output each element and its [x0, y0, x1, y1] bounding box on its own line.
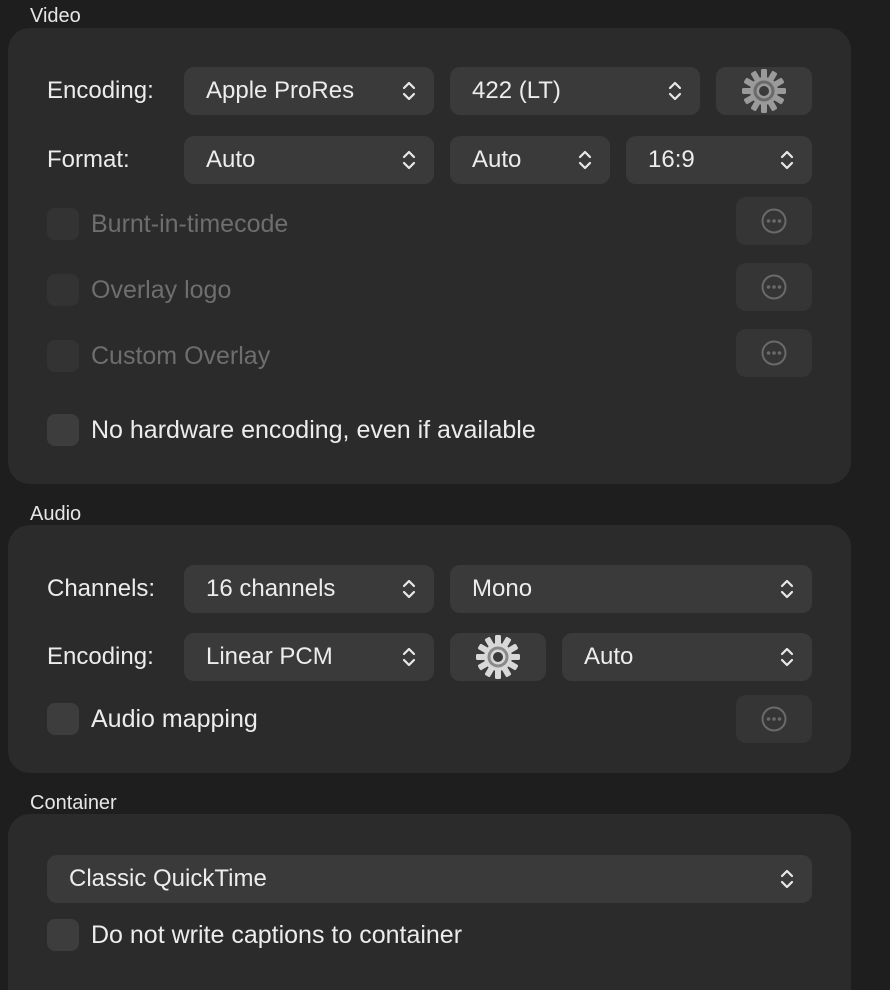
- video-aspect-value: 16:9: [648, 146, 695, 173]
- ellipsis-circle-icon: [761, 274, 787, 300]
- no-captions-label: Do not write captions to container: [91, 921, 463, 949]
- burnt-in-timecode-checkbox[interactable]: [47, 208, 79, 240]
- audio-mapping-options-button[interactable]: [736, 695, 812, 743]
- audio-settings-button[interactable]: [450, 633, 546, 681]
- audio-codec-popup[interactable]: Linear PCM: [184, 633, 434, 681]
- video-aspect-popup[interactable]: 16:9: [626, 136, 812, 184]
- audio-mapping-label: Audio mapping: [91, 705, 258, 733]
- video-profile-value: 422 (LT): [472, 77, 561, 104]
- custom-overlay-checkbox[interactable]: [47, 340, 79, 372]
- audio-channels-value: 16 channels: [206, 575, 336, 602]
- gear-icon: [742, 69, 786, 113]
- ellipsis-circle-icon: [761, 706, 787, 732]
- video-section-title: Video: [30, 5, 81, 27]
- audio-section-title: Audio: [30, 503, 82, 525]
- chevron-up-down-icon: [780, 647, 794, 667]
- chevron-up-down-icon: [402, 81, 416, 101]
- video-size-popup[interactable]: Auto: [450, 136, 610, 184]
- video-format-popup[interactable]: Auto: [184, 136, 434, 184]
- video-encoding-label: Encoding:: [47, 77, 154, 104]
- video-settings-button[interactable]: [716, 67, 812, 115]
- audio-layout-popup[interactable]: Mono: [450, 565, 812, 613]
- chevron-up-down-icon: [780, 579, 794, 599]
- audio-codec-value: Linear PCM: [206, 643, 333, 670]
- audio-layout-value: Mono: [472, 575, 533, 602]
- chevron-up-down-icon: [780, 869, 794, 889]
- burnt-in-timecode-label: Burnt-in-timecode: [91, 210, 289, 238]
- video-format-label: Format:: [47, 146, 130, 173]
- custom-overlay-options-button[interactable]: [736, 329, 812, 377]
- audio-encoding-label: Encoding:: [47, 643, 154, 670]
- audio-channels-label: Channels:: [47, 575, 156, 602]
- chevron-up-down-icon: [402, 150, 416, 170]
- chevron-up-down-icon: [668, 81, 682, 101]
- video-profile-popup[interactable]: 422 (LT): [450, 67, 700, 115]
- gear-icon: [476, 635, 520, 679]
- video-codec-value: Apple ProRes: [206, 77, 355, 104]
- burnt-in-timecode-options-button[interactable]: [736, 197, 812, 245]
- custom-overlay-label: Custom Overlay: [91, 342, 271, 370]
- container-type-value: Classic QuickTime: [69, 865, 267, 892]
- no-hardware-encoding-label: No hardware encoding, even if available: [91, 416, 536, 444]
- audio-rate-value: Auto: [584, 643, 634, 670]
- container-section-title: Container: [30, 792, 117, 814]
- overlay-logo-checkbox[interactable]: [47, 274, 79, 306]
- no-hardware-encoding-checkbox[interactable]: [47, 414, 79, 446]
- audio-rate-popup[interactable]: Auto: [562, 633, 812, 681]
- chevron-up-down-icon: [402, 647, 416, 667]
- video-codec-popup[interactable]: Apple ProRes: [184, 67, 434, 115]
- video-format-value: Auto: [206, 146, 256, 173]
- overlay-logo-options-button[interactable]: [736, 263, 812, 311]
- chevron-up-down-icon: [402, 579, 416, 599]
- ellipsis-circle-icon: [761, 208, 787, 234]
- container-type-popup[interactable]: Classic QuickTime: [47, 855, 812, 903]
- no-captions-checkbox[interactable]: [47, 919, 79, 951]
- video-size-value: Auto: [472, 146, 522, 173]
- chevron-up-down-icon: [780, 150, 794, 170]
- overlay-logo-label: Overlay logo: [91, 276, 232, 304]
- audio-mapping-checkbox[interactable]: [47, 703, 79, 735]
- audio-channels-popup[interactable]: 16 channels: [184, 565, 434, 613]
- ellipsis-circle-icon: [761, 340, 787, 366]
- chevron-up-down-icon: [578, 150, 592, 170]
